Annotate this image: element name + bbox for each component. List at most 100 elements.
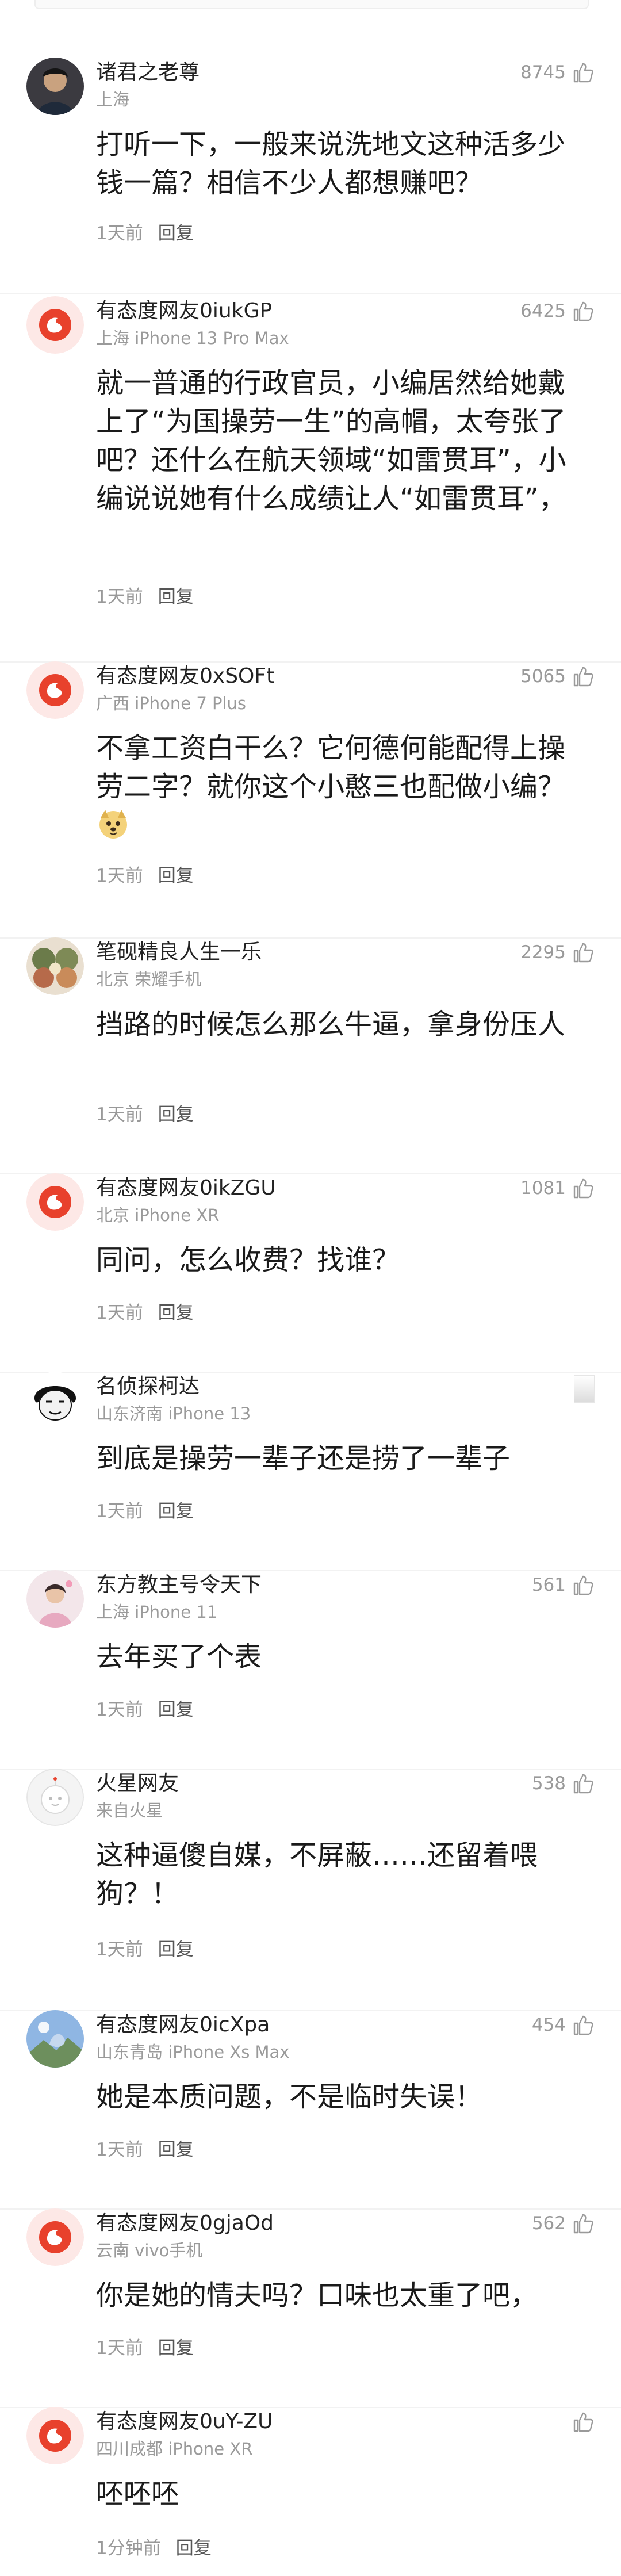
thumbs-up-icon [573, 2412, 593, 2432]
comment-meta: 1天前 回复 [96, 1700, 194, 1720]
avatar[interactable] [26, 58, 84, 115]
comment-item: 有态度网友0uY-ZU 四川成都 iPhone XR 呸呸呸 1分钟前 回复 [0, 2407, 621, 2576]
user-photo-icon [26, 1570, 84, 1628]
comment-item: 有态度网友0ikZGU 北京 iPhone XR 1081 同问，怎么收费？找谁… [0, 1173, 621, 1373]
username[interactable]: 名侦探柯达 [96, 1374, 200, 1399]
meme-face-icon [26, 1372, 84, 1429]
comment-text: 打听一下，一般来说洗地文这种活多少钱一篇？相信不少人都想赚吧？ [96, 128, 566, 199]
reply-button[interactable]: 回复 [176, 2538, 212, 2559]
reply-button[interactable]: 回复 [158, 866, 194, 886]
comment-item: 笔砚精良人生一乐 北京 荣耀手机 2295 挡路的时候怎么那么牛逼，拿身份压人 … [0, 937, 621, 1174]
like-button[interactable]: 8745 [520, 61, 595, 84]
avatar[interactable] [26, 1570, 84, 1628]
username[interactable]: 东方教主号令天下 [96, 1572, 262, 1598]
comment-meta: 1天前 回复 [96, 866, 194, 886]
thumbs-up-icon [573, 1774, 593, 1794]
default-avatar-icon [26, 661, 84, 719]
username[interactable]: 有态度网友0iukGP [96, 298, 272, 324]
username[interactable]: 有态度网友0uY-ZU [96, 2409, 273, 2435]
user-location: 山东济南 iPhone 13 [96, 1404, 251, 1423]
avatar[interactable] [26, 2208, 84, 2266]
comment-time: 1天前 [96, 2139, 143, 2160]
like-button[interactable]: 561 [532, 1574, 595, 1597]
comment-item: 有态度网友0gjaOd 云南 vivo手机 562 你是她的情夫吗？口味也太重了… [0, 2208, 621, 2408]
like-button[interactable]: 2295 [520, 941, 595, 964]
comment-meta: 1天前 回复 [96, 587, 194, 607]
reply-button[interactable]: 回复 [158, 1939, 194, 1960]
thumbs-up-icon [573, 301, 593, 321]
default-avatar-icon [26, 296, 84, 354]
avatar[interactable] [26, 937, 84, 995]
username[interactable]: 火星网友 [96, 1771, 179, 1796]
comment-text: 去年买了个表 [96, 1641, 262, 1673]
reply-button[interactable]: 回复 [158, 223, 194, 244]
reply-button[interactable]: 回复 [158, 2139, 194, 2160]
avatar[interactable] [26, 1769, 84, 1826]
user-location: 上海 [96, 90, 130, 109]
avatar[interactable] [26, 296, 84, 354]
like-count: 561 [531, 1575, 566, 1595]
comment-meta: 1天前 回复 [96, 2139, 194, 2160]
avatar[interactable] [26, 2407, 84, 2464]
user-location: 来自火星 [96, 1801, 163, 1820]
username[interactable]: 笔砚精良人生一乐 [96, 940, 262, 965]
like-count: 1081 [520, 1178, 566, 1199]
user-photo-icon [26, 58, 84, 115]
username[interactable]: 有态度网友0gjaOd [96, 2211, 274, 2236]
user-location: 北京 iPhone XR [96, 1205, 220, 1225]
like-count: 8745 [520, 62, 566, 83]
previous-card-edge [34, 0, 589, 9]
username[interactable]: 有态度网友0ikZGU [96, 1176, 276, 1201]
reply-button[interactable]: 回复 [158, 1104, 194, 1125]
user-location: 云南 vivo手机 [96, 2241, 203, 2260]
comment-meta: 1天前 回复 [96, 223, 194, 244]
like-button[interactable]: 454 [532, 2014, 595, 2037]
mars-user-avatar-icon [26, 1769, 84, 1826]
comment-time: 1天前 [96, 1700, 143, 1720]
comment-item: 有态度网友0iukGP 上海 iPhone 13 Pro Max 6425 就一… [0, 296, 621, 663]
like-count: 2295 [520, 942, 566, 963]
avatar[interactable] [26, 661, 84, 719]
user-location: 北京 荣耀手机 [96, 970, 202, 989]
comment-time: 1分钟前 [96, 2538, 161, 2559]
avatar[interactable] [26, 1173, 84, 1231]
comment-time: 1天前 [96, 1939, 143, 1960]
username[interactable]: 有态度网友0icXpa [96, 2012, 270, 2038]
comment-meta: 1天前 回复 [96, 1939, 194, 1960]
user-location: 上海 iPhone 11 [96, 1602, 218, 1622]
reply-button[interactable]: 回复 [158, 587, 194, 607]
reply-button[interactable]: 回复 [158, 1700, 194, 1720]
like-count: 538 [531, 1773, 566, 1794]
avatar[interactable] [26, 2010, 84, 2068]
comment-text: 同问，怎么收费？找谁？ [96, 1244, 400, 1276]
like-button[interactable]: 6425 [520, 300, 595, 323]
like-count: 5065 [520, 666, 566, 687]
reply-button[interactable]: 回复 [158, 1303, 194, 1323]
food-photo-icon [26, 937, 84, 995]
like-button[interactable]: 5065 [520, 665, 595, 688]
default-avatar-icon [26, 2407, 84, 2464]
comment-text: 呸呸呸 [96, 2478, 179, 2510]
username[interactable]: 有态度网友0xSOFt [96, 664, 274, 689]
avatar[interactable] [26, 1372, 84, 1429]
like-button[interactable] [574, 1375, 595, 1403]
like-button[interactable]: 562 [532, 2212, 595, 2235]
comment-text: 她是本质问题，不是临时失误！ [96, 2081, 483, 2113]
like-count: 6425 [520, 301, 566, 321]
like-button[interactable] [566, 2410, 595, 2433]
like-button[interactable]: 538 [532, 1772, 595, 1795]
default-avatar-icon [26, 1173, 84, 1231]
comment-time: 1天前 [96, 223, 143, 244]
reply-button[interactable]: 回复 [158, 2338, 194, 2359]
comment-meta: 1天前 回复 [96, 1303, 194, 1323]
username[interactable]: 诸君之老尊 [96, 60, 200, 85]
comment-item: 东方教主号令天下 上海 iPhone 11 561 去年买了个表 1天前 回复 [0, 1570, 621, 1770]
thumbs-up-icon [573, 2214, 593, 2234]
thumbs-up-icon [573, 943, 593, 963]
user-location: 广西 iPhone 7 Plus [96, 694, 247, 713]
comment-time: 1天前 [96, 587, 143, 607]
reply-button[interactable]: 回复 [158, 1501, 194, 1522]
like-button[interactable]: 1081 [520, 1177, 595, 1200]
comment-text: 你是她的情夫吗？口味也太重了吧， [96, 2279, 538, 2311]
comment-text: 挡路的时候怎么那么牛逼，拿身份压人 [96, 1008, 566, 1040]
